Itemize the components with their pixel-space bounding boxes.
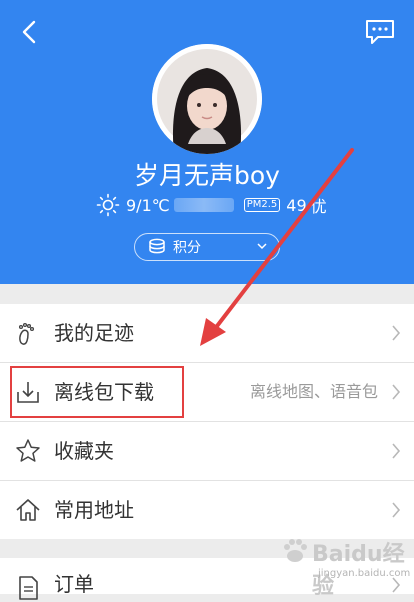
aqi-value: 49 xyxy=(286,195,307,215)
watermark-subtitle: jingyan.baidu.com xyxy=(318,568,411,579)
star-icon xyxy=(16,439,40,462)
aqi-level: 优 xyxy=(310,197,327,216)
menu-list: 我的足迹 离线包下载 离线地图、语音包 收藏夹 常用地址 xyxy=(0,304,414,539)
home-icon xyxy=(16,499,40,521)
annotation-highlight-box xyxy=(10,366,184,418)
profile-header: 岁月无声boy 9/1℃ PM2.5 49 优 积分 xyxy=(0,0,414,284)
menu-item-sub: 离线地图、语音包 xyxy=(249,382,378,401)
back-button[interactable] xyxy=(16,18,44,46)
sun-icon xyxy=(96,193,120,217)
footprint-icon xyxy=(18,322,35,345)
chevron-right-icon xyxy=(392,502,401,518)
chevron-right-icon xyxy=(392,443,401,459)
menu-item-label: 收藏夹 xyxy=(54,439,114,463)
avatar-image xyxy=(152,44,262,154)
chevron-right-icon xyxy=(392,325,401,341)
baidu-watermark: Baidu经验 jingyan.baidu.com xyxy=(282,532,412,599)
weather-row: 9/1℃ PM2.5 49 优 xyxy=(96,192,327,218)
document-icon xyxy=(19,576,38,600)
menu-item-label: 常用地址 xyxy=(54,498,134,522)
points-button[interactable]: 积分 xyxy=(134,233,280,261)
avatar[interactable] xyxy=(152,44,262,154)
message-button[interactable] xyxy=(364,18,396,46)
pm25-badge: PM2.5 xyxy=(243,198,281,212)
menu-item-footprint[interactable]: 我的足迹 xyxy=(0,304,414,363)
username: 岁月无声boy xyxy=(134,161,280,190)
menu-item-common-addresses[interactable]: 常用地址 xyxy=(0,481,414,539)
back-arrow-icon xyxy=(22,20,36,44)
chevron-down-icon xyxy=(257,243,267,250)
coins-icon xyxy=(149,238,165,254)
blurred-city xyxy=(173,198,234,212)
points-label: 积分 xyxy=(173,240,201,256)
chevron-right-icon xyxy=(392,384,401,400)
message-icon xyxy=(366,20,394,44)
temperature: 9/1℃ xyxy=(126,195,170,215)
menu-item-favorites[interactable]: 收藏夹 xyxy=(0,422,414,481)
paw-logo-icon xyxy=(284,539,307,562)
menu-item-label: 我的足迹 xyxy=(54,321,134,345)
